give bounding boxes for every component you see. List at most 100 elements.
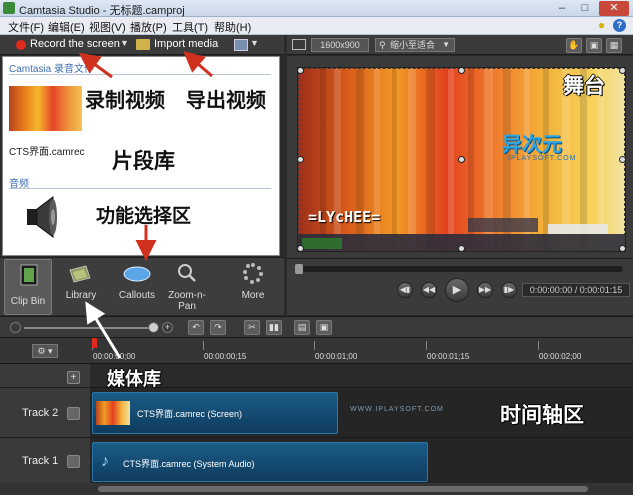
zoom-slider-knob[interactable] (148, 322, 159, 333)
help-icon[interactable]: ? (613, 19, 626, 32)
ruler-label: 00:00:01;15 (427, 352, 470, 361)
undo-icon[interactable]: ↶ (188, 320, 204, 335)
playhead[interactable] (92, 338, 97, 348)
menu-file[interactable]: 文件(F) (8, 19, 44, 35)
film-strip-icon (20, 264, 38, 286)
annotation-record: 录制视频 (85, 88, 165, 112)
video-clip-thumbnail[interactable] (9, 86, 82, 131)
close-button[interactable]: ✕ (599, 1, 629, 16)
tab-more[interactable]: More (226, 258, 280, 316)
skip-back-icon[interactable]: ◀▮ (397, 282, 413, 298)
left-toolbar: Record the screen ▼ Import media ▼ (0, 35, 284, 55)
timeline-zoom-slider[interactable] (24, 327, 152, 329)
record-screen-button[interactable]: Record the screen (30, 38, 120, 50)
speaker-icon[interactable] (21, 192, 67, 242)
track-header-1: Track 1 (0, 438, 90, 485)
magnifier-icon (178, 264, 196, 282)
resize-handle[interactable] (458, 245, 465, 251)
title-bar: Camtasia Studio - 无标题.camproj – □ ✕ (0, 0, 633, 17)
tab-zoom-n-pan-label-1: Zoom-n- (168, 290, 206, 301)
scrollbar-thumb[interactable] (98, 486, 588, 492)
tab-zoom-n-pan[interactable]: Zoom-n- Pan (160, 258, 214, 316)
track-lane-1[interactable]: ♪ CTS界面.camrec (System Audio) (90, 438, 633, 485)
paste-icon[interactable]: ▣ (316, 320, 332, 335)
copy-icon[interactable]: ▤ (294, 320, 310, 335)
resize-handle[interactable] (298, 245, 304, 251)
split-icon[interactable]: ▮▮ (266, 320, 282, 335)
resize-handle[interactable] (298, 156, 304, 163)
resize-handle[interactable] (619, 245, 625, 251)
ruler-tick (538, 341, 539, 350)
camtasia-app-icon (3, 2, 15, 14)
gear-icon[interactable]: ⚙ ▾ (32, 344, 58, 358)
fullscreen-icon[interactable]: ▦ (606, 38, 622, 53)
audio-clip[interactable]: ♪ CTS界面.camrec (System Audio) (92, 442, 428, 482)
menu-view[interactable]: 视图(V) (89, 19, 126, 35)
tab-callouts-label: Callouts (118, 290, 156, 301)
clip-label: CTS界面.camrec (Screen) (137, 409, 243, 419)
add-track-button[interactable]: + (67, 371, 80, 384)
cut-icon[interactable]: ✂ (244, 320, 260, 335)
window-title: Camtasia Studio - 无标题.camproj (19, 5, 185, 17)
timeline-toolbar: + ↶ ↷ ✂ ▮▮ ▤ ▣ (0, 316, 633, 338)
preview-toolbar: 1600x900 ⚲ 缩小至适合 ▼ ✋ ▣ ▦ (287, 35, 633, 55)
section-label-recordings: Camtasia 录音文件 (9, 64, 95, 75)
fast-forward-icon[interactable]: ▶▶ (477, 282, 493, 298)
search-icon: ⚲ (379, 40, 386, 50)
record-icon[interactable] (16, 40, 26, 50)
tab-clip-bin-label: Clip Bin (10, 296, 46, 307)
skip-forward-icon[interactable]: ▮▶ (501, 282, 517, 298)
zoom-dropdown[interactable]: ⚲ 缩小至适合 ▼ (375, 38, 455, 52)
zoom-in-icon[interactable]: + (162, 322, 173, 333)
tab-clip-bin[interactable]: Clip Bin (4, 259, 52, 315)
resize-handle[interactable] (298, 68, 304, 74)
music-note-icon: ♪ (101, 453, 109, 470)
resize-handle[interactable] (458, 156, 465, 163)
folder-icon[interactable] (136, 39, 150, 50)
menu-play[interactable]: 播放(P) (130, 19, 167, 35)
tab-library-label: Library (65, 290, 97, 301)
menu-edit[interactable]: 编辑(E) (48, 19, 85, 35)
timeline-watermark: WWW.IPLAYSOFT.COM (350, 406, 444, 413)
screen-clip[interactable]: CTS界面.camrec (Screen) (92, 392, 338, 434)
tab-zoom-n-pan-label-2: Pan (178, 301, 196, 312)
resize-handle[interactable] (619, 156, 625, 163)
timeline-tracks: + Track 2 CTS界面.camrec (Screen) WWW.IPLA… (0, 364, 633, 495)
playback-scrubber[interactable] (295, 266, 623, 272)
tab-library[interactable]: Library (54, 258, 108, 316)
menu-help[interactable]: 帮助(H) (214, 19, 251, 35)
import-media-button[interactable]: Import media (154, 38, 218, 50)
ruler-label: 00:00:02;00 (539, 352, 582, 361)
time-display: 0:00:00:00 / 0:00:01:15 (522, 283, 630, 297)
zoom-out-icon[interactable] (10, 322, 21, 333)
canvas-size-icon[interactable] (292, 39, 306, 50)
scrubber-handle[interactable] (295, 264, 303, 274)
produce-dropdown-icon[interactable]: ▼ (250, 38, 259, 48)
clip-thumbnail (96, 401, 130, 425)
lock-icon[interactable] (67, 455, 80, 468)
record-dropdown-icon[interactable]: ▼ (120, 38, 129, 48)
menu-tools[interactable]: 工具(T) (172, 19, 208, 35)
produce-share-icon[interactable] (234, 39, 248, 51)
callout-icon (123, 266, 151, 282)
resize-handle[interactable] (458, 68, 465, 74)
tab-callouts[interactable]: Callouts (110, 258, 164, 316)
annotation-timeline: 时间轴区 (500, 403, 584, 427)
annotation-function-select: 功能选择区 (96, 205, 192, 227)
ruler-label: 00:00:00;00 (93, 352, 136, 361)
chevron-down-icon: ▼ (442, 40, 450, 49)
canvas-size-dropdown[interactable]: 1600x900 (311, 38, 369, 52)
play-icon[interactable]: ▶ (445, 278, 469, 302)
track-name-1: Track 1 (22, 455, 59, 467)
hand-tool-icon[interactable]: ✋ (566, 38, 582, 53)
redo-icon[interactable]: ↷ (210, 320, 226, 335)
resize-handle[interactable] (619, 68, 625, 74)
lightbulb-icon[interactable]: ● (598, 18, 610, 33)
ruler-label: 00:00:01;00 (315, 352, 358, 361)
rewind-icon[interactable]: ◀◀ (421, 282, 437, 298)
crop-icon[interactable]: ▣ (586, 38, 602, 53)
minimize-button[interactable]: – (551, 1, 573, 16)
lock-icon[interactable] (67, 407, 80, 420)
timeline-scrollbar[interactable] (0, 483, 633, 495)
maximize-button[interactable]: □ (574, 1, 596, 16)
